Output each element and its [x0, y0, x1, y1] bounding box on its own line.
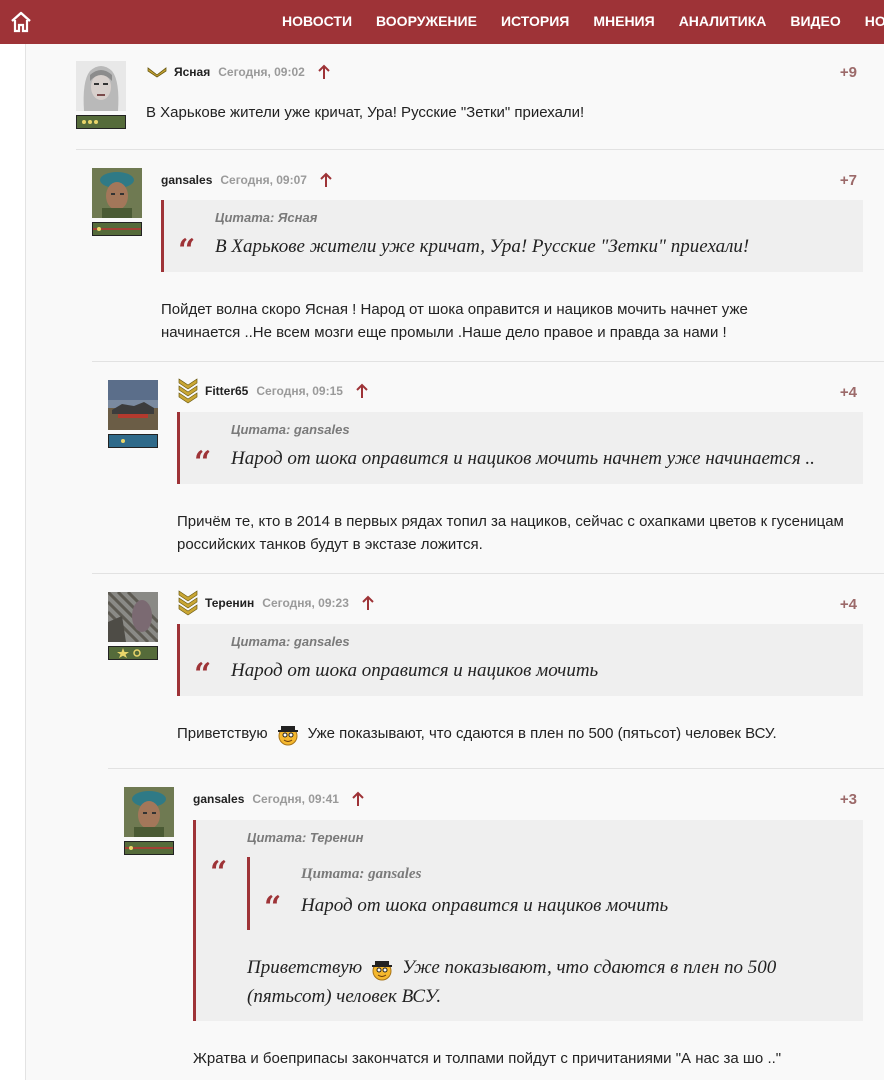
comment-score: +9 [839, 64, 857, 81]
comment-time: Сегодня, 09:41 [252, 792, 339, 806]
rank-badge [124, 841, 174, 855]
quote-source: Цитата: gansales [231, 634, 350, 649]
quote-mark-icon: “ [264, 890, 282, 925]
comment-header: gansales Сегодня, 09:41 [193, 788, 365, 810]
reply-arrow-icon[interactable] [351, 790, 365, 808]
nav-item-analytics[interactable]: АНАЛИТИКА [667, 0, 779, 44]
rank-badge [76, 115, 126, 129]
nested-quote: Цитата: gansales “ Народ от шока оправит… [247, 857, 847, 930]
comment-quote: Цитата: gansales “ Народ от шока оправит… [177, 412, 863, 484]
comment-quote: Цитата: Теренин “ Цитата: gansales “ Нар… [193, 820, 863, 1021]
home-icon [11, 11, 31, 33]
avatar[interactable] [108, 592, 158, 642]
reply-arrow-icon[interactable] [319, 171, 333, 189]
quote-mark-icon: “ [194, 657, 212, 692]
comment-author[interactable]: gansales [193, 792, 244, 806]
quote-text: В Харькове жители уже кричат, Ура! Русск… [215, 236, 750, 257]
nav-item-opinions[interactable]: МНЕНИЯ [581, 0, 666, 44]
comment-text: Жратва и боеприпасы закончатся и толпами… [193, 1050, 782, 1067]
comment-score: +4 [839, 596, 857, 613]
comment-score: +7 [839, 172, 857, 189]
rank-badge [108, 434, 158, 448]
nested-quote-source: Цитата: gansales [301, 866, 422, 882]
quote-mark-icon: “ [194, 445, 212, 480]
avatar[interactable] [76, 61, 126, 111]
quote-text: Народ от шока оправится и нациков мочить… [231, 448, 815, 469]
nav-item-history[interactable]: ИСТОРИЯ [489, 0, 581, 44]
nav-item-video[interactable]: ВИДЕО [778, 0, 852, 44]
reply-arrow-icon[interactable] [317, 63, 331, 81]
quote-source: Цитата: Теренин [247, 830, 364, 845]
quote-text-before: Приветствую [247, 957, 363, 978]
comment-header: Ясная Сегодня, 09:02 [146, 61, 331, 83]
rank-chevrons-icon [177, 378, 199, 404]
reply-arrow-icon[interactable] [355, 382, 369, 400]
comment-text: Приветствую Уже показывают, что сдаются в… [177, 722, 867, 746]
comment-author[interactable]: gansales [161, 173, 212, 187]
quote-mark-icon: “ [178, 233, 196, 268]
comment-author[interactable]: Теренин [205, 596, 254, 610]
rank-badge [108, 646, 158, 660]
comment: Ясная Сегодня, 09:02 +9 В Харькове жител… [76, 44, 884, 149]
smiley-with-hat-icon [370, 957, 394, 981]
comment-header: Fitter65 Сегодня, 09:15 [177, 378, 369, 404]
top-navigation-bar: НОВОСТИ ВООРУЖЕНИЕ ИСТОРИЯ МНЕНИЯ АНАЛИТ… [0, 0, 884, 44]
nested-quote-text: Народ от шока оправится и нациков мочить [301, 895, 669, 916]
nav-item-news[interactable]: НОВОСТИ [270, 0, 364, 44]
comment-text-before: Приветствую [177, 725, 268, 742]
comment-author[interactable]: Fitter65 [205, 384, 248, 398]
comment-text: Причём те, кто в 2014 в первых рядах топ… [177, 513, 844, 553]
comment: gansales Сегодня, 09:07 +7 Цитата: Ясная… [76, 149, 884, 361]
comment-quote: Цитата: gansales “ Народ от шока оправит… [177, 624, 863, 696]
comment: Теренин Сегодня, 09:23 +4 Цитата: gansal… [92, 573, 884, 768]
quote-source: Цитата: gansales [231, 422, 350, 437]
avatar[interactable] [108, 380, 158, 430]
quote-text: Народ от шока оправится и нациков мочить [231, 660, 599, 681]
comment-author[interactable]: Ясная [174, 65, 210, 79]
comment-header: gansales Сегодня, 09:07 [161, 169, 333, 191]
comment-time: Сегодня, 09:02 [218, 65, 305, 79]
home-button[interactable] [8, 9, 34, 35]
rank-badge [92, 222, 142, 236]
rank-chevrons-icon [177, 590, 199, 616]
comment-text: Пойдет волна скоро Ясная ! Народ от шока… [161, 301, 748, 341]
comment-score: +3 [839, 791, 857, 808]
quote-text: Приветствую Уже показывают, что сдаются в… [247, 953, 817, 1011]
comment: gansales Сегодня, 09:41 +3 Цитата: Терен… [108, 768, 884, 1080]
quote-mark-icon: “ [210, 855, 228, 890]
comment-header: Теренин Сегодня, 09:23 [177, 590, 375, 616]
nav-item-armament[interactable]: ВООРУЖЕНИЕ [364, 0, 489, 44]
comments-panel: Ясная Сегодня, 09:02 +9 В Харькове жител… [25, 44, 884, 1080]
comment-score: +4 [839, 384, 857, 401]
comment-text-after: Уже показывают, что сдаются в плен по 50… [307, 725, 777, 742]
comment-time: Сегодня, 09:15 [256, 384, 343, 398]
main-menu: НОВОСТИ ВООРУЖЕНИЕ ИСТОРИЯ МНЕНИЯ АНАЛИТ… [270, 0, 884, 44]
rank-chevron-icon [146, 61, 168, 83]
reply-arrow-icon[interactable] [361, 594, 375, 612]
comment-quote: Цитата: Ясная “ В Харькове жители уже кр… [161, 200, 863, 272]
comment-time: Сегодня, 09:23 [262, 596, 349, 610]
comment: Fitter65 Сегодня, 09:15 +4 Цитата: gansa… [92, 361, 884, 573]
quote-source: Цитата: Ясная [215, 210, 318, 225]
avatar[interactable] [92, 168, 142, 218]
avatar[interactable] [124, 787, 174, 837]
comment-time: Сегодня, 09:07 [220, 173, 307, 187]
smiley-with-hat-icon [276, 722, 300, 746]
nav-item-more[interactable]: НО [853, 0, 884, 44]
comment-text: В Харькове жители уже кричат, Ура! Русск… [146, 104, 585, 121]
